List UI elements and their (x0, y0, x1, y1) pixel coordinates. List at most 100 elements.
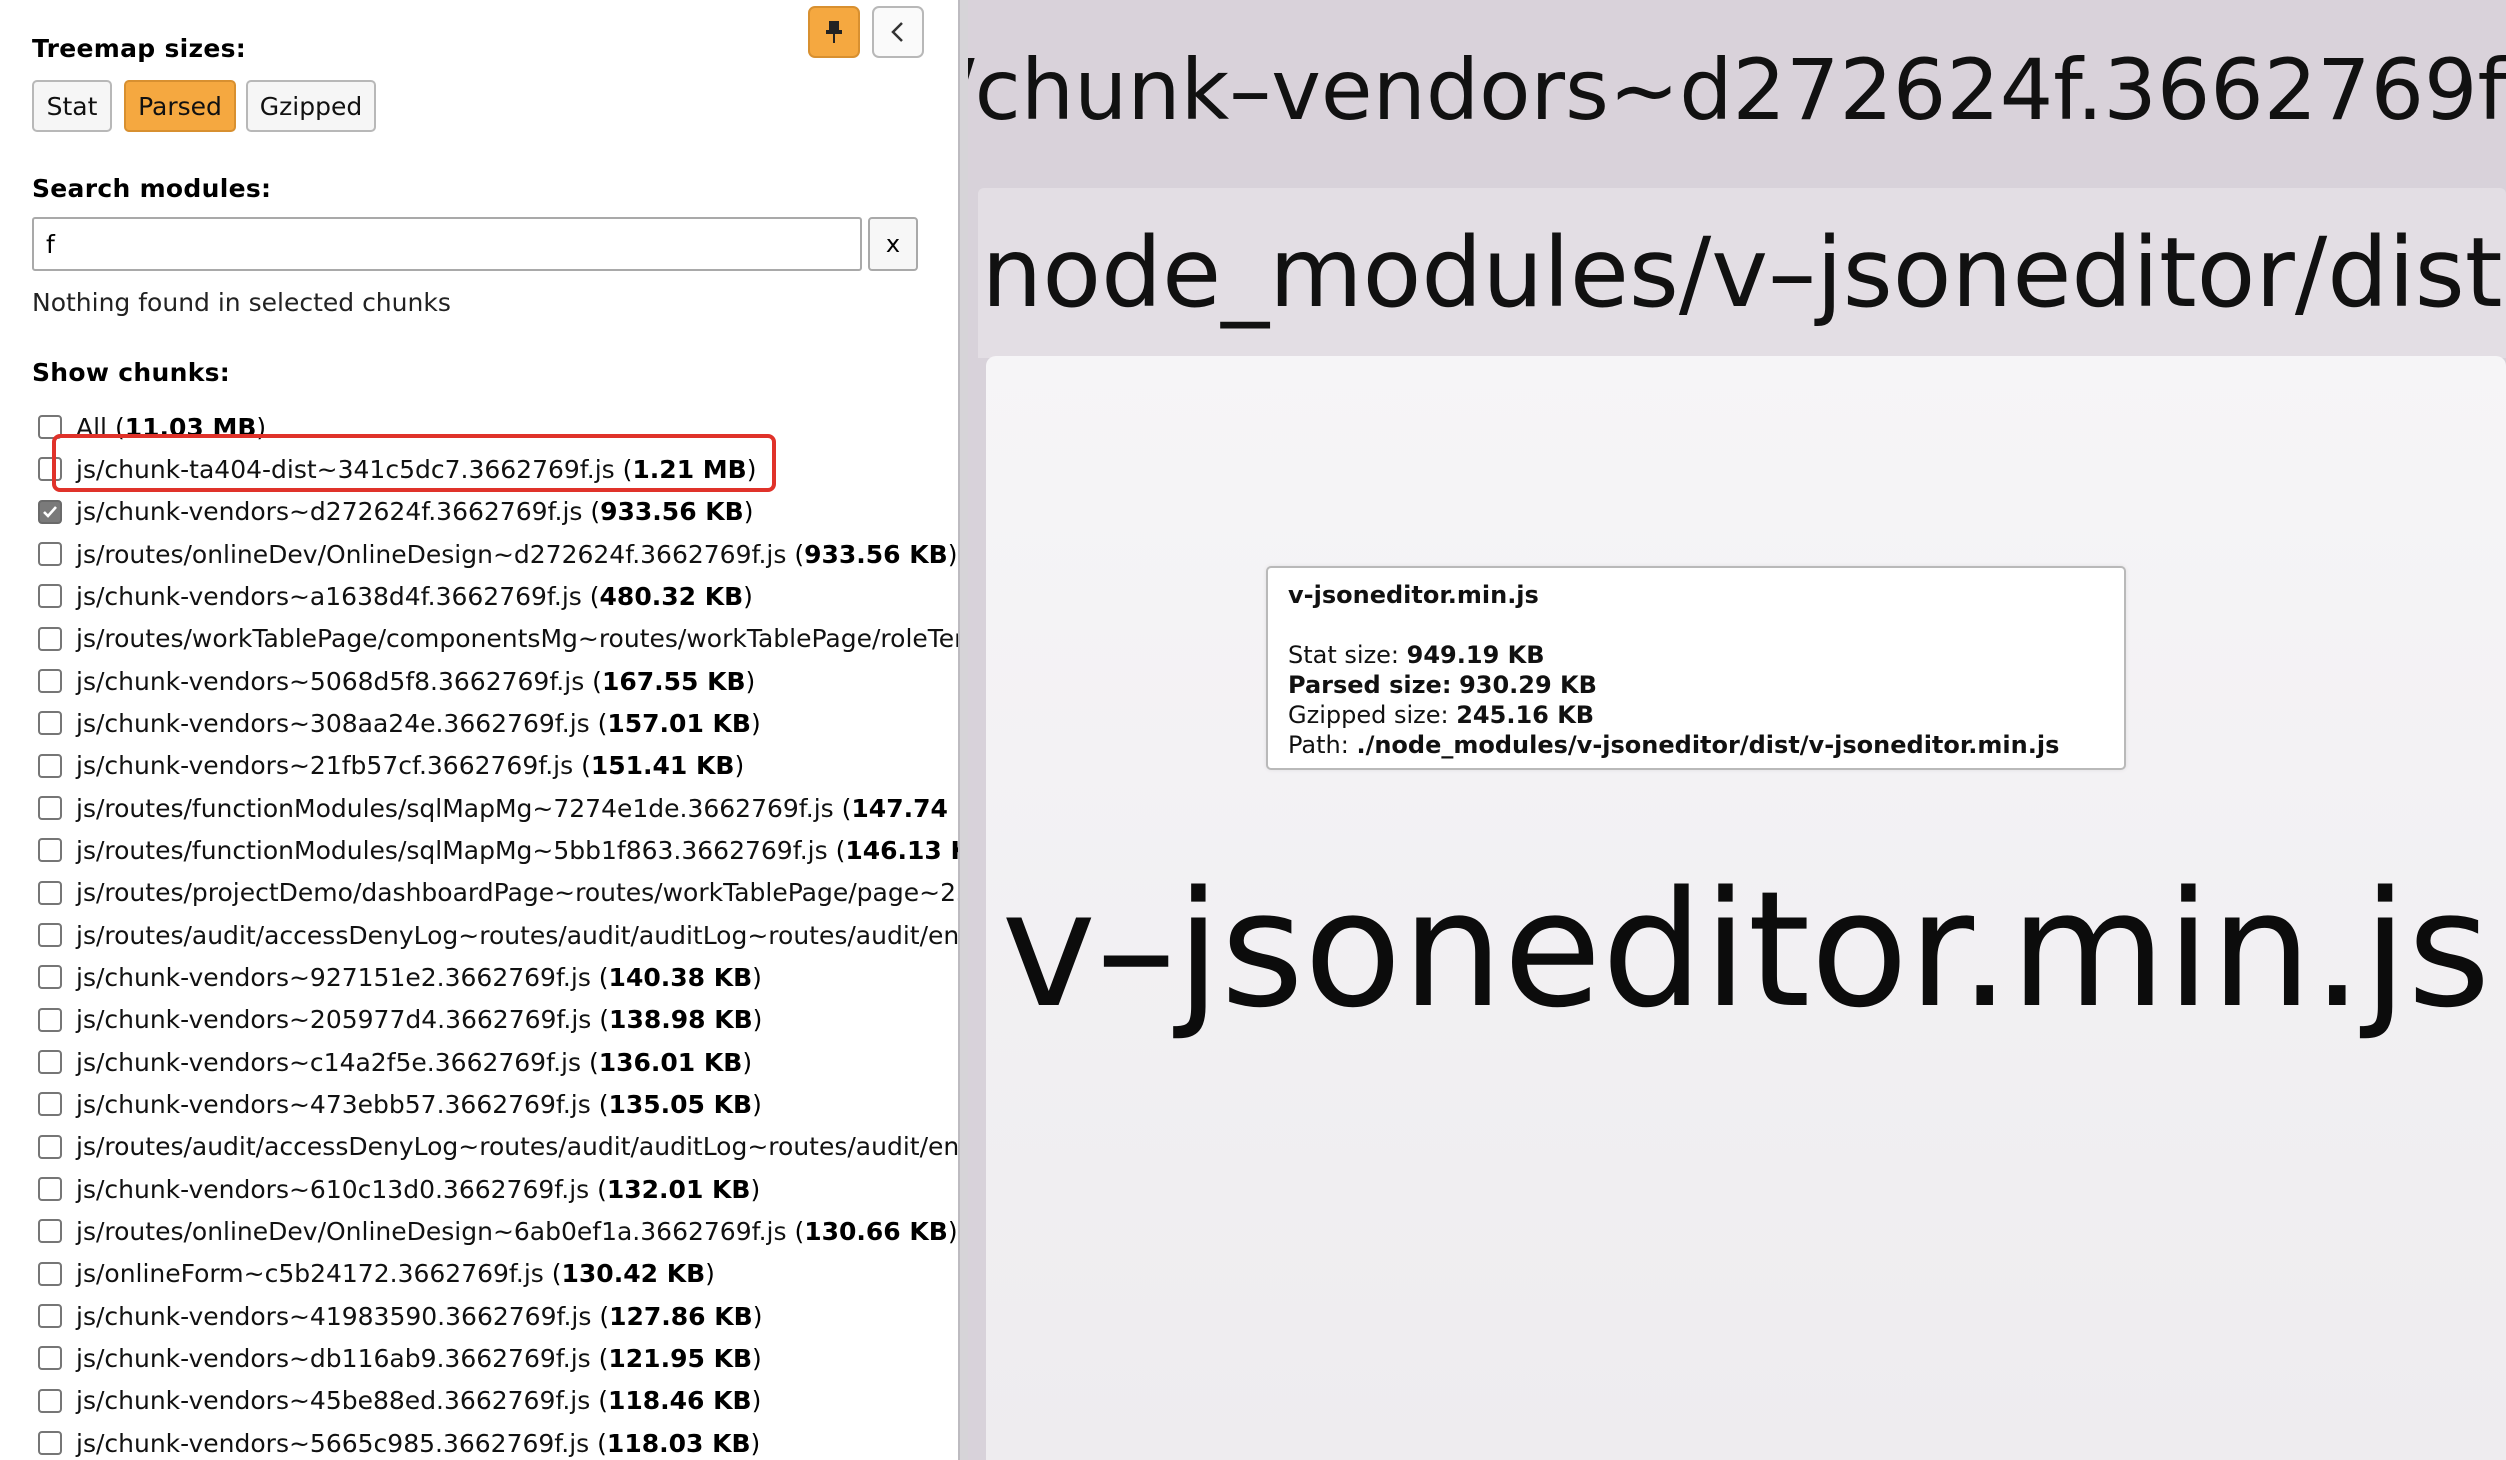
chunk-item[interactable]: js/chunk-vendors~927151e2.3662769f.js (1… (38, 956, 958, 998)
chunk-size-open-paren: ( (591, 1005, 610, 1035)
chunk-item[interactable]: js/routes/onlineDev/OnlineDesign~d272624… (38, 533, 958, 575)
check-icon (43, 505, 57, 518)
chunk-checkbox[interactable] (38, 1050, 62, 1075)
chunk-size-open-paren: ( (582, 497, 601, 527)
chunk-size-close-paren: ) (705, 1259, 715, 1289)
chunk-checkbox[interactable] (38, 796, 62, 821)
chunk-checkbox[interactable] (38, 1134, 62, 1159)
chunk-size-open-paren: ( (543, 1259, 562, 1289)
parsed-size-button[interactable]: Parsed (124, 80, 236, 132)
chunk-checkbox[interactable] (38, 499, 62, 524)
chunk-size: 1.21 MB (632, 454, 747, 484)
pin-button[interactable] (808, 6, 860, 58)
chunk-item[interactable]: js/chunk-vendors~c14a2f5e.3662769f.js (1… (38, 1041, 958, 1083)
chunk-checkbox[interactable] (38, 838, 62, 863)
chunk-name: js/chunk-ta404-dist~341c5dc7.3662769f.js (76, 454, 615, 484)
chunk-item[interactable]: js/chunk-vendors~473ebb57.3662769f.js (1… (38, 1083, 958, 1125)
chunk-item[interactable]: js/routes/functionModules/sqlMapMg~5bb1f… (38, 829, 958, 871)
chunk-item[interactable]: js/chunk-vendors~a1638d4f.3662769f.js (4… (38, 575, 958, 617)
chunk-name: js/routes/workTablePage/componentsMg~rou… (76, 624, 958, 654)
chunk-checkbox[interactable] (38, 1219, 62, 1244)
chunk-item[interactable]: js/chunk-vendors~45be88ed.3662769f.js (1… (38, 1380, 958, 1422)
chunk-checkbox[interactable] (38, 880, 62, 905)
chunk-size-close-paren: ) (752, 1089, 762, 1119)
chunk-size-close-paren: ) (947, 539, 958, 569)
chunk-checkbox[interactable] (38, 542, 62, 567)
sidebar-resize-handle[interactable] (958, 0, 968, 1460)
chunk-size-close-paren: ) (752, 1005, 763, 1035)
chunk-checkbox[interactable] (38, 415, 62, 440)
chunk-size-open-paren: ( (786, 1216, 805, 1246)
chunk-size-open-paren: ( (786, 539, 805, 569)
chunk-checkbox[interactable] (38, 1092, 62, 1117)
chunk-item[interactable]: js/routes/audit/accessDenyLog~routes/aud… (38, 914, 958, 956)
chunk-item[interactable]: js/chunk-ta404-dist~341c5dc7.3662769f.js… (38, 448, 958, 490)
search-status: Nothing found in selected chunks (32, 288, 451, 317)
treemap-module-label: v–jsoneditor.min.js (1001, 856, 2491, 1043)
chunk-size-open-paren: ( (590, 1089, 609, 1119)
chunk-size-close-paren: ) (742, 1047, 753, 1077)
treemap-chunk-group[interactable]: js/chunk–vendors~d272624f.3662769f.js (968, 0, 2506, 180)
chunk-name: js/routes/audit/accessDenyLog~routes/aud… (76, 920, 958, 950)
chunk-item[interactable]: js/routes/projectDemo/dashboardPage~rout… (38, 872, 958, 914)
tooltip-parsed-label: Parsed size: (1288, 671, 1452, 699)
chunk-checkbox[interactable] (38, 711, 62, 736)
chunk-item[interactable]: js/chunk-vendors~db116ab9.3662769f.js (1… (38, 1337, 958, 1379)
chunk-item[interactable]: js/routes/audit/accessDenyLog~routes/aud… (38, 1126, 958, 1168)
chunk-name: js/chunk-vendors~610c13d0.3662769f.js (76, 1174, 590, 1204)
search-modules-label: Search modules: (32, 174, 272, 203)
chunk-checkbox[interactable] (38, 1261, 62, 1286)
chunk-checkbox[interactable] (38, 965, 62, 990)
chunk-checkbox[interactable] (38, 584, 62, 609)
gzipped-size-button[interactable]: Gzipped (246, 80, 376, 132)
treemap-module-tile[interactable]: v–jsoneditor.min.js (986, 356, 2506, 1460)
chunk-size: 118.03 KB (606, 1428, 751, 1458)
chunk-size-open-paren: ( (590, 1343, 609, 1373)
chunk-size: 151.41 KB (590, 751, 735, 781)
chunk-checkbox[interactable] (38, 1177, 62, 1202)
chunk-name: js/onlineForm~c5b24172.3662769f.js (76, 1259, 544, 1289)
chunk-checkbox[interactable] (38, 1304, 62, 1329)
clear-search-button[interactable]: x (868, 217, 918, 271)
chunk-item[interactable]: js/routes/functionModules/sqlMapMg~7274e… (38, 787, 958, 829)
chunk-size-close-paren: ) (947, 1216, 958, 1246)
chunk-checkbox[interactable] (38, 753, 62, 778)
chunk-item-all[interactable]: All (11.03 MB) (38, 406, 958, 448)
chunk-checkbox[interactable] (38, 626, 62, 651)
chunk-name: js/routes/audit/accessDenyLog~routes/aud… (76, 1132, 958, 1162)
tooltip-parsed-value: 930.29 KB (1459, 671, 1597, 699)
chunk-item[interactable]: js/chunk-vendors~205977d4.3662769f.js (1… (38, 999, 958, 1041)
chunk-item[interactable]: js/chunk-vendors~41983590.3662769f.js (1… (38, 1295, 958, 1337)
collapse-sidebar-button[interactable] (872, 6, 924, 58)
chunk-item[interactable]: js/chunk-vendors~610c13d0.3662769f.js (1… (38, 1168, 958, 1210)
chunk-checkbox[interactable] (38, 1388, 62, 1413)
chunk-item[interactable]: js/chunk-vendors~d272624f.3662769f.js (9… (38, 491, 958, 533)
chunk-item[interactable]: js/chunk-vendors~5665c985.3662769f.js (1… (38, 1422, 958, 1460)
chunk-item[interactable]: js/chunk-vendors~21fb57cf.3662769f.js (1… (38, 745, 958, 787)
treemap-folder-group[interactable]: node_modules/v–jsoneditor/dist (978, 188, 2506, 358)
chunk-checkbox[interactable] (38, 1346, 62, 1371)
chunk-checkbox[interactable] (38, 457, 62, 482)
chunk-size-close-paren: ) (752, 1343, 762, 1373)
chunk-item[interactable]: js/chunk-vendors~308aa24e.3662769f.js (1… (38, 702, 958, 744)
chunk-name: js/chunk-vendors~308aa24e.3662769f.js (76, 708, 590, 738)
chunk-item[interactable]: js/chunk-vendors~5068d5f8.3662769f.js (1… (38, 660, 958, 702)
chunk-item[interactable]: js/onlineForm~c5b24172.3662769f.js (130.… (38, 1253, 958, 1295)
chunk-name: All (76, 412, 107, 442)
chunk-item[interactable]: js/routes/onlineDev/OnlineDesign~6ab0ef1… (38, 1210, 958, 1252)
chunk-size: 136.01 KB (598, 1047, 743, 1077)
chunk-size: 167.55 KB (601, 666, 746, 696)
search-input[interactable] (32, 217, 862, 271)
chunk-checkbox[interactable] (38, 1007, 62, 1032)
chunk-checkbox[interactable] (38, 669, 62, 694)
tooltip-gzip-row: Gzipped size: 245.16 KB (1288, 700, 2104, 730)
chunk-size-open-paren: ( (590, 962, 609, 992)
chunk-size-close-paren: ) (743, 497, 754, 527)
chunk-checkbox[interactable] (38, 1431, 62, 1456)
stat-size-button[interactable]: Stat (32, 80, 112, 132)
chunk-name: js/chunk-vendors~473ebb57.3662769f.js (76, 1089, 591, 1119)
chunk-item[interactable]: js/routes/workTablePage/componentsMg~rou… (38, 618, 958, 660)
chunk-checkbox[interactable] (38, 923, 62, 948)
pin-icon (826, 21, 842, 43)
chunk-size-close-paren: ) (752, 1301, 763, 1331)
